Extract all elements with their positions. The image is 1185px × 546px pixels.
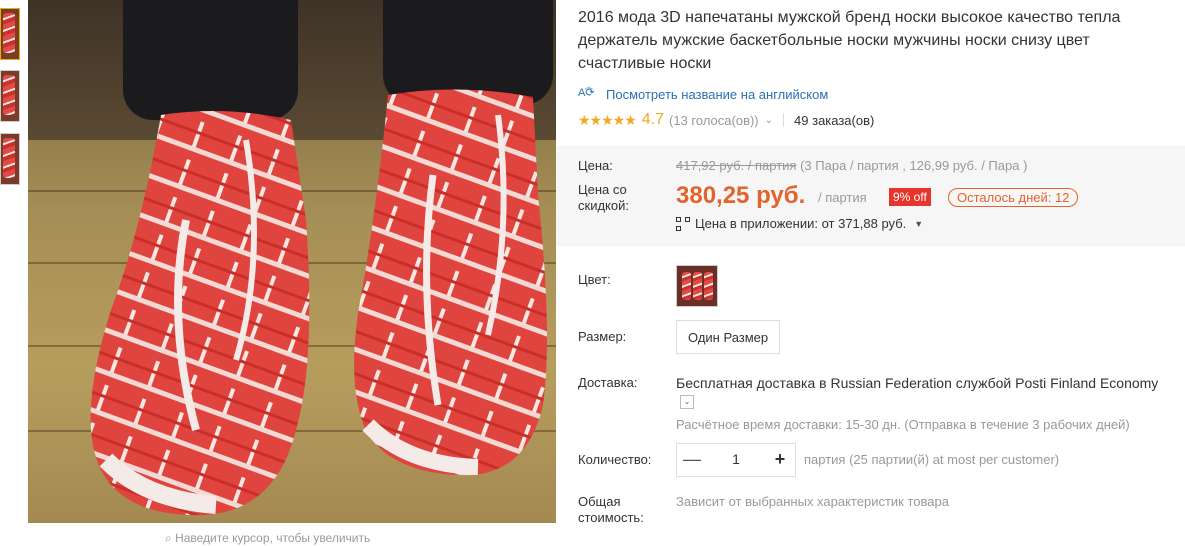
quantity-stepper: — 1 + [676,443,796,477]
translate-title-link[interactable]: А͡⟳ Посмотреть название на английском [578,86,828,102]
divider [783,113,785,127]
thumbnail-3[interactable] [0,133,20,185]
chevron-down-icon[interactable]: ⌄ [680,395,694,409]
size-option-button[interactable]: Один Размер [676,320,781,354]
app-price-dropdown[interactable]: Цена в приложении: от 371,88 руб. ▼ [676,216,923,231]
caret-down-icon: ▼ [914,218,924,229]
votes-count[interactable]: (13 голоса(ов)) [669,113,759,128]
price-label: Цена: [578,158,613,173]
product-title: 2016 мода 3D напечатаны мужской бренд но… [578,9,1121,72]
product-main-image[interactable] [28,0,556,523]
shipping-method[interactable]: Бесплатная доставка в Russian Federation… [676,375,1158,391]
discount-price-label: Цена со скидкой: [578,182,629,213]
color-swatch-option[interactable] [676,265,718,307]
price-box: Цена: 417,92 руб. / партия (3 Пара / пар… [556,146,1185,246]
orders-count: 49 заказа(ов) [794,112,875,128]
shipping-label: Доставка: [578,375,638,390]
quantity-increase-button[interactable]: + [765,444,795,476]
thumbnail-strip [0,0,20,539]
right-sock-image [338,85,553,485]
thumbnail-1[interactable] [0,8,20,60]
left-sock-image [66,100,326,520]
old-price: 417,92 руб. / партия (3 Пара / партия , … [676,158,1028,173]
total-price-label: Общая стоимость: [578,494,644,525]
quantity-note: партия (25 партии(й) at most per custome… [804,452,1060,467]
total-price-value: Зависит от выбранных характеристик товар… [676,494,949,509]
thumbnail-2[interactable] [0,70,20,122]
translate-icon: А͡⟳ [578,87,595,99]
per-lot-unit: / партия [818,190,867,205]
chevron-down-icon[interactable]: ⌄ [765,115,773,126]
discount-price: 380,25 руб. [676,182,806,209]
quantity-decrease-button[interactable]: — [677,444,707,476]
size-label: Размер: [578,329,627,344]
rating-value: 4.7 [641,111,665,128]
days-left-badge: Осталось дней: 12 [948,188,1079,207]
color-label: Цвет: [578,272,611,287]
quantity-label: Количество: [578,452,652,467]
discount-badge: 9% off [889,188,931,206]
quantity-input[interactable]: 1 [707,444,765,476]
product-info-panel: 2016 мода 3D напечатаны мужской бренд но… [556,0,1185,539]
qr-code-icon [676,216,690,231]
rating-stars-icon: ★★★★★ [578,111,637,128]
shipping-estimate: Расчётное время доставки: 15-30 дн. (Отп… [676,417,1130,432]
rating-row: ★★★★★ 4.7 (13 голоса(ов)) ⌄ 49 заказа(ов… [578,111,874,129]
